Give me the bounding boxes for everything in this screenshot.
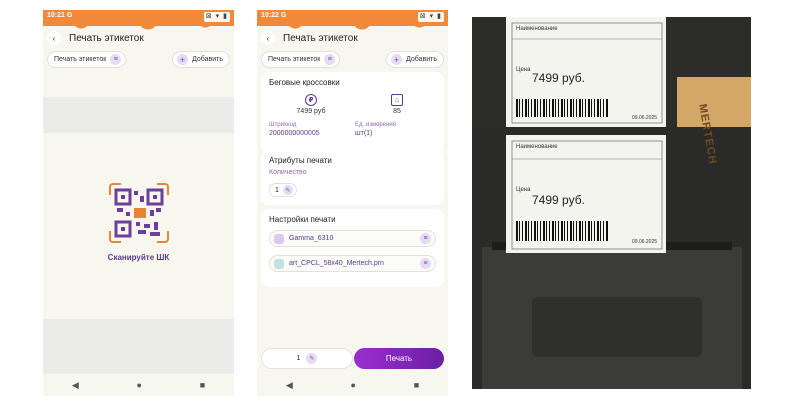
nav-recent-icon[interactable]: ■ [200,380,205,390]
page-title: Печать этикеток [69,32,144,44]
status-time: 10:21 [47,12,65,19]
product-card[interactable]: Беговые кроссовки ₽ 7499 руб ⌂ 85 Штрихк… [261,72,444,154]
camera-band-bottom [43,319,234,374]
nav-back-icon[interactable]: ◀ [72,380,79,391]
status-g-icon: G [280,12,287,19]
label1-date: 09.06.2025 [632,115,658,121]
filter-icon: ≡ [110,54,122,65]
qr-scan-frame [109,183,169,243]
nav-home-icon[interactable]: ● [137,380,142,390]
menu-icon: ≡ [420,258,431,269]
bottom-quantity-field[interactable]: 1 ✎ [261,348,353,369]
attributes-title: Атрибуты печати [269,156,332,165]
status-bar: 10:22 G ⊠ ▾ ▮ [261,12,444,22]
label2-date: 09.06.2025 [632,239,658,245]
price-value: 7499 руб [296,108,326,115]
stock-value: 85 [393,108,401,115]
camera-band-top [43,97,234,133]
status-bar: 10:21 G ⊠ ▾ ▮ [47,12,230,22]
add-button-label: Добавить [406,56,437,63]
status-time: 10:22 [261,12,279,19]
label1-price-caption: Цена [516,67,531,73]
plus-icon: + [391,54,403,65]
nav-recent-icon[interactable]: ■ [414,380,419,390]
phone-screen-scan: 10:21 G ⊠ ▾ ▮ ‹ Печать этикеток Печать э… [43,10,234,396]
status-g-icon: G [66,12,73,19]
print-button[interactable]: Печать [354,348,444,369]
nav-home-icon[interactable]: ● [351,380,356,390]
mode-chip-label: Печать этикеток [54,56,107,63]
mode-chip[interactable]: Печать этикеток ≡ [261,51,341,68]
page-title: Печать этикеток [283,32,358,44]
back-button[interactable]: ‹ [47,31,61,45]
template-name: art_CPCL_58x40_Mertech.prn [289,260,384,267]
add-button[interactable]: + Добавить [172,51,230,68]
quantity-value: 1 [275,186,279,194]
bottom-quantity-value: 1 [296,355,301,362]
label2-price: 7499 руб. [532,193,585,207]
printer-icon [274,233,284,244]
settings-title: Настройки печати [269,215,336,224]
add-button-label: Добавить [192,56,223,63]
phone-screen-print: 10:22 G ⊠ ▾ ▮ ‹ Печать этикеток Печать э… [257,10,448,396]
barcode-label: Штрихкод [269,122,297,128]
product-name: Беговые кроссовки [269,78,340,87]
mode-chip-label: Печать этикеток [268,56,321,63]
printer-select[interactable]: Gamma_6310 ≡ [269,230,436,247]
top-bar: ‹ Печать этикеток [47,28,230,48]
printer-photo: Наименование Цена 7499 руб. 09.06.2025 Н… [472,17,751,389]
label1-barcode [516,99,608,117]
label2-barcode [516,221,608,241]
barcode-value: 2000000000005 [269,130,320,137]
quantity-label: Количество [269,169,307,176]
print-attributes-card: Атрибуты печати Количество 1 ✎ [261,150,444,205]
pencil-icon: ✎ [282,185,293,195]
label1-price: 7499 руб. [532,71,585,85]
qr-code-icon [114,188,164,238]
label2-name-caption: Наименование [516,144,558,150]
label2-price-caption: Цена [516,187,531,193]
template-icon [274,258,284,269]
quantity-stepper[interactable]: 1 ✎ [269,183,297,197]
warehouse-icon: ⌂ [391,94,403,106]
back-button[interactable]: ‹ [261,31,275,45]
pencil-icon: ✎ [306,353,318,364]
android-nav-bar: ◀ ● ■ [43,374,234,396]
print-settings-card: Настройки печати Gamma_6310 ≡ art_CPCL_5… [261,209,444,287]
filter-icon: ≡ [324,54,336,65]
template-select[interactable]: art_CPCL_58x40_Mertech.prn ≡ [269,255,436,272]
unit-label: Ед. измерения [355,122,396,128]
price-stat: ₽ 7499 руб [291,94,331,115]
label1-name-caption: Наименование [516,26,558,32]
status-icons: ⊠ ▾ ▮ [203,12,230,22]
stock-stat: ⌂ 85 [379,94,415,115]
ruble-icon: ₽ [305,94,317,106]
scan-instruction: Сканируйте ШК [107,253,170,262]
menu-icon: ≡ [420,233,431,244]
add-button[interactable]: + Добавить [386,51,444,68]
printer-name: Gamma_6310 [289,235,334,242]
android-nav-bar: ◀ ● ■ [257,374,448,396]
status-icons: ⊠ ▾ ▮ [417,12,444,22]
unit-value: шт(1) [355,130,373,137]
nav-back-icon[interactable]: ◀ [286,380,293,391]
top-bar: ‹ Печать этикеток [261,28,444,48]
mode-chip[interactable]: Печать этикеток ≡ [47,51,127,68]
printer-photo-illustration [472,17,751,389]
plus-icon: + [177,54,189,65]
